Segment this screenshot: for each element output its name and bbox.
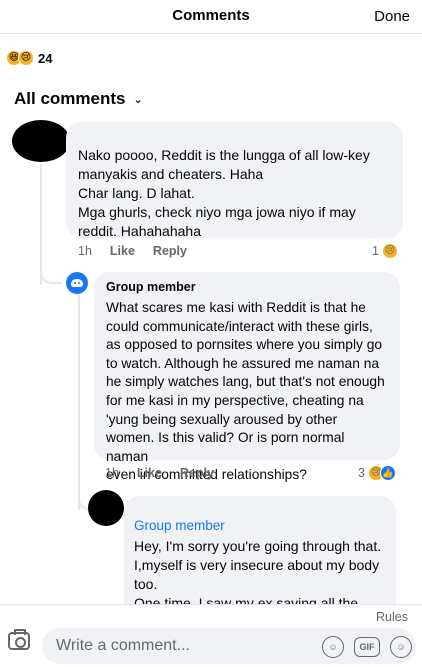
comment-actions: 1h Like Reply [78,244,187,258]
comment-reaction-count[interactable]: 1 😢 [372,243,398,259]
thread-connector [40,270,62,284]
comment-filter-label: All comments [14,89,126,108]
like-button[interactable]: Like [137,466,162,480]
reaction-count: 24 [38,50,53,66]
camera-icon[interactable] [8,629,30,650]
rules-link[interactable]: Rules [376,610,408,624]
sad-reaction-icon: 😢 [18,50,34,66]
reaction-number: 3 [358,466,365,480]
comment-bubble: Nako poooo, Reddit is the lungga of all … [66,122,403,239]
avatar[interactable] [12,120,70,162]
comment-filter-dropdown[interactable]: All comments ⌄ [14,89,143,109]
thread-line [78,295,80,510]
comment-text: Hey, I'm sorry you're going through that… [134,538,382,611]
reply-button[interactable]: Reply [153,244,187,258]
gif-icon[interactable]: GIF [354,637,380,657]
reaction-summary[interactable]: 😆 😢 24 [6,50,52,66]
sad-reaction-icon: 😢 [381,243,398,259]
reaction-number: 1 [372,244,379,258]
group-member-avatar[interactable] [66,272,88,294]
comment-text: What scares me kasi with Reddit is that … [106,300,385,483]
author-name[interactable]: Group member [134,516,386,535]
like-reaction-icon: 👍 [379,465,396,481]
like-button[interactable]: Like [110,244,135,258]
page-title: Comments [172,7,250,24]
comment-reaction-count[interactable]: 3 😢 👍 [358,465,396,481]
author-name[interactable]: Group member [106,278,388,297]
comment-time: 1h [78,244,92,258]
done-button[interactable]: Done [374,8,410,25]
avatar-sticker-icon[interactable]: ☺ [322,636,344,658]
reply-bubble: Group member Hey, I'm sorry you're going… [124,496,396,611]
reply-button[interactable]: Reply [180,466,214,480]
emoji-icon[interactable]: ☺ [390,636,412,658]
avatar[interactable] [88,490,124,526]
group-member-icon [71,279,83,287]
top-bar: Comments Done [0,0,422,34]
chevron-down-icon: ⌄ [133,93,143,106]
comment-time: 1h [105,466,119,480]
comment-text: Nako poooo, Reddit is the lungga of all … [78,147,370,239]
comment-actions: 1h Like Reply [105,466,214,480]
thread-line [40,164,42,284]
reply-bubble: Group member What scares me kasi with Re… [94,272,400,482]
